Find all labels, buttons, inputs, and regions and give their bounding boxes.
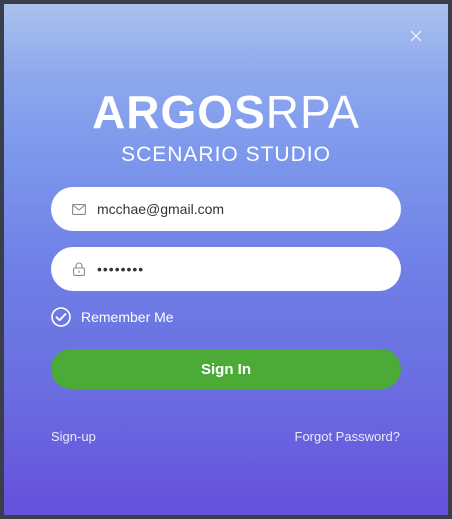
sign-up-link[interactable]: Sign-up: [51, 429, 96, 444]
logo-bold-text: ARGOS: [92, 86, 266, 138]
mail-icon: [71, 201, 87, 217]
email-field[interactable]: [51, 187, 401, 231]
check-circle-icon: [51, 307, 71, 327]
login-window: ARGOSRPA SCENARIO STUDIO Remember Me Si: [0, 0, 452, 519]
close-button[interactable]: [408, 28, 424, 44]
close-icon: [410, 30, 422, 42]
email-input[interactable]: [97, 201, 387, 217]
forgot-password-link[interactable]: Forgot Password?: [295, 429, 401, 444]
app-subtitle: SCENARIO STUDIO: [121, 143, 331, 166]
app-logo: ARGOSRPA: [4, 84, 448, 140]
lock-icon: [71, 261, 87, 277]
password-field[interactable]: [51, 247, 401, 291]
password-input[interactable]: [97, 261, 387, 277]
logo-light-text: RPA: [265, 86, 360, 138]
remember-me-checkbox[interactable]: Remember Me: [51, 307, 174, 327]
remember-me-label: Remember Me: [81, 309, 174, 325]
sign-in-button[interactable]: Sign In: [51, 349, 401, 389]
